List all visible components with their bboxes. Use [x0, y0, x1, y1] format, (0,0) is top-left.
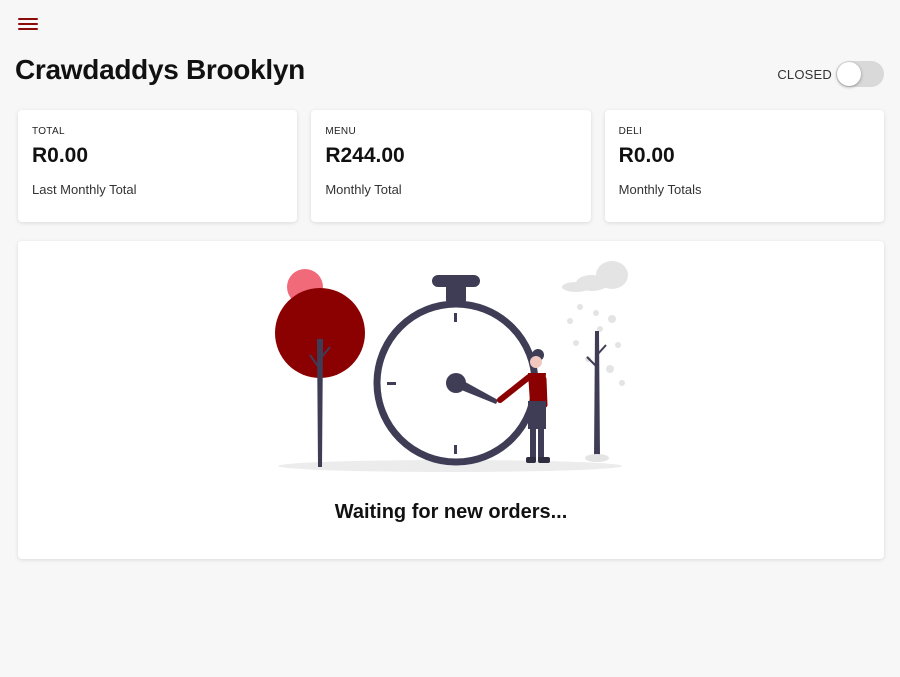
card-label: MENU — [325, 126, 356, 137]
card-subtitle: Monthly Total — [325, 182, 402, 197]
stopwatch-icon — [373, 275, 539, 466]
card-label: DELI — [618, 126, 643, 137]
tree-icon — [275, 269, 365, 467]
waiting-message: Waiting for new orders... — [334, 501, 568, 523]
bare-tree-icon — [585, 331, 609, 462]
waiting-clock-illustration — [275, 261, 628, 472]
card-subtitle: Monthly Totals — [618, 182, 702, 197]
toggle-knob — [837, 62, 861, 86]
summary-cards: TOTAL R0.00 Last Monthly Total MENU R244… — [18, 110, 884, 222]
total-card: TOTAL R0.00 Last Monthly Total — [18, 110, 298, 222]
card-label: TOTAL — [32, 126, 65, 137]
card-value: R0.00 — [32, 144, 89, 167]
card-value: R0.00 — [618, 144, 675, 167]
orders-panel: Waiting for new orders... — [18, 241, 884, 559]
deli-card: DELI R0.00 Monthly Totals — [604, 110, 884, 222]
hamburger-menu-icon[interactable] — [18, 18, 38, 32]
open-closed-toggle-group: CLOSED — [777, 61, 884, 87]
open-closed-toggle[interactable] — [836, 61, 884, 87]
card-subtitle: Last Monthly Total — [32, 182, 137, 197]
page-title: Crawdaddys Brooklyn — [15, 54, 305, 85]
status-label: CLOSED — [777, 66, 832, 82]
card-value: R244.00 — [325, 144, 405, 167]
menu-card: MENU R244.00 Monthly Total — [311, 110, 591, 222]
